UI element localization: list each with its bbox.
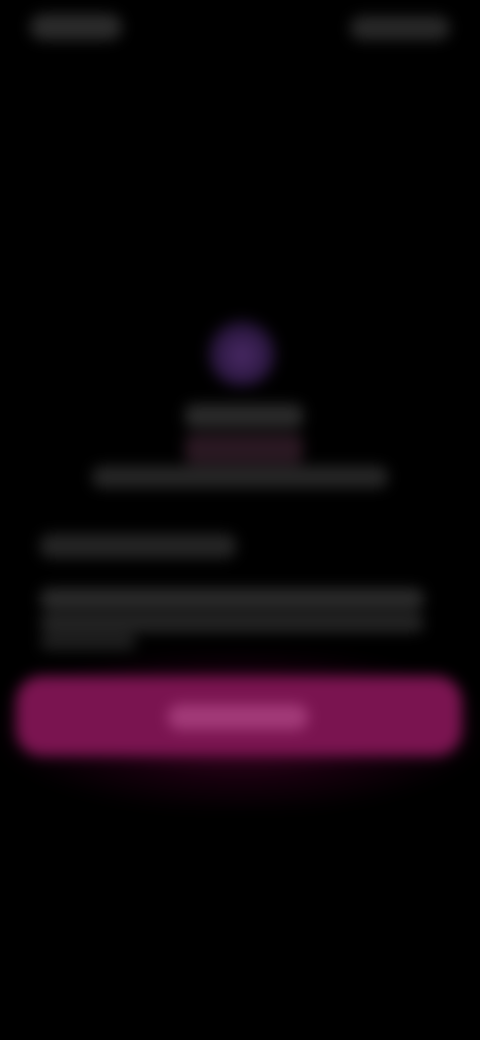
body-text-line-1 bbox=[40, 588, 424, 610]
status-time bbox=[30, 14, 122, 40]
blurred-screen bbox=[0, 0, 480, 1040]
title-text bbox=[185, 404, 303, 428]
status-icons bbox=[350, 16, 450, 40]
body-text-line-3 bbox=[40, 634, 136, 650]
app-logo-icon bbox=[208, 318, 276, 386]
title-text-line-2 bbox=[185, 434, 303, 464]
primary-action-label bbox=[168, 704, 308, 730]
subtitle-text bbox=[92, 466, 388, 488]
section-heading bbox=[40, 534, 236, 558]
body-text-line-2 bbox=[40, 614, 424, 632]
status-bar bbox=[0, 0, 480, 60]
